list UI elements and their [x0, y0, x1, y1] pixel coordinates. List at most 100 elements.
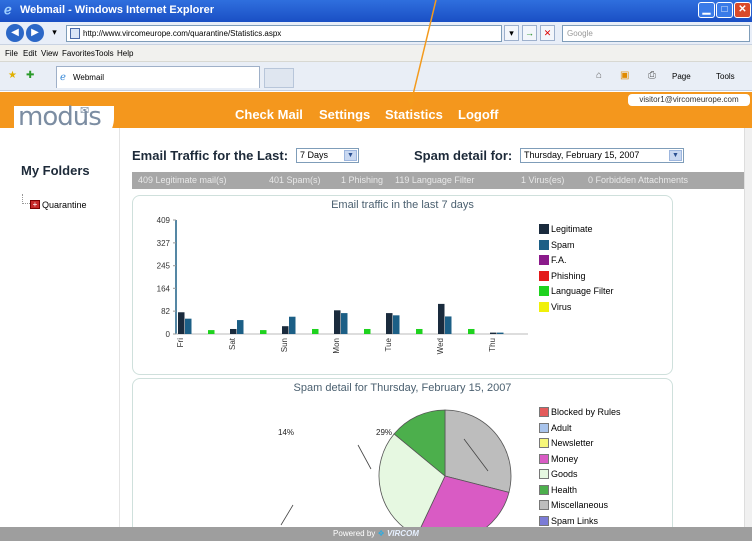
nav-settings[interactable]: Settings [319, 107, 370, 122]
chevron-down-icon: ▼ [669, 150, 682, 161]
tab-webmail[interactable]: ℯ Webmail [56, 66, 260, 88]
ie-logo-icon: ℯ [4, 2, 12, 17]
menu-help[interactable]: Help [117, 49, 133, 58]
url-dropdown-icon[interactable]: ▾ [504, 25, 519, 41]
browser-window: ℯ Webmail - Windows Internet Explorer ▁ … [0, 0, 752, 541]
menu-tools[interactable]: Tools [95, 49, 114, 58]
y-tick-label-0: 0 [166, 330, 171, 339]
legend-label: Spam [551, 239, 575, 250]
traffic-period-select[interactable]: 7 Days ▼ [296, 148, 359, 163]
add-favorite-icon[interactable]: ✚ [26, 70, 34, 81]
maximize-button[interactable]: □ [716, 2, 733, 18]
feeds-icon[interactable]: ▣ [620, 70, 629, 81]
legend-swatch [539, 301, 549, 312]
legend-swatch [539, 515, 549, 526]
bar-legitimate-mon [334, 310, 341, 334]
nav-check-mail[interactable]: Check Mail [235, 107, 303, 122]
bar-legitimate-wed [438, 303, 445, 334]
sidebar: My Folders + Quarantine [0, 128, 120, 528]
pie-label-health: 14% [278, 428, 294, 437]
legend-swatch [539, 224, 549, 234]
legend-swatch [539, 270, 549, 281]
forward-icon[interactable]: ▶ [26, 24, 44, 42]
favorites-star-icon[interactable]: ★ [8, 70, 17, 81]
modus-logo: modus ✉ [14, 102, 114, 146]
ie-tab-icon: ℯ [60, 72, 66, 83]
legend-swatch [539, 407, 549, 417]
tree-connector [22, 194, 30, 204]
legend-label: Money [551, 453, 579, 464]
bar-legitimate-tue [386, 313, 393, 334]
legend-swatch [539, 286, 549, 296]
stat-virus: 1 Virus(es) [521, 175, 565, 185]
bar-spam-thu [497, 332, 504, 334]
menu-view[interactable]: View [41, 49, 58, 58]
page-scrollbar[interactable] [744, 128, 752, 527]
url-field[interactable]: http://www.vircomeurope.com/quarantine/S… [66, 25, 502, 42]
app-header: modus ✉ Check Mail Settings Statistics L… [0, 92, 752, 146]
page-icon [70, 28, 80, 39]
traffic-chart-panel: Email traffic in the last 7 days 0 82 164 2… [132, 195, 673, 375]
tools-menu[interactable]: Tools [716, 72, 735, 81]
bar-spam-fri [185, 318, 192, 334]
legend-label: Health [551, 484, 578, 495]
traffic-chart: 0 82 164 245 327 409 Fri Sat Sun Mon Tue Wed Thu [157, 216, 528, 354]
search-input[interactable]: Google [562, 25, 750, 42]
bar-spam-sun [289, 316, 296, 334]
title-bar: ℯ Webmail - Windows Internet Explorer ▁ … [0, 0, 752, 22]
spam-date-select[interactable]: Thursday, February 15, 2007 ▼ [520, 148, 684, 163]
legend-label: Spam Links [551, 515, 599, 526]
user-email: visitor1@vircomeurope.com [628, 94, 750, 106]
tab-label: Webmail [73, 73, 104, 82]
chevron-down-icon: ▼ [344, 150, 357, 161]
sidebar-title: My Folders [21, 163, 90, 178]
minimize-button[interactable]: ▁ [698, 2, 715, 18]
home-icon[interactable]: ⌂ [596, 70, 602, 81]
bar-spam-mon [341, 313, 348, 334]
back-icon[interactable]: ◀ [6, 24, 24, 42]
y-tick-label-2: 164 [157, 284, 171, 293]
bar-language-filter-wed [468, 328, 475, 334]
bar-spam-wed [445, 316, 452, 334]
legend-label: Goods [551, 469, 578, 479]
legend-label: Newsletter [551, 438, 594, 448]
stats-bar: 409 Legitimate mail(s) 401 Spam(s) 1 Phi… [132, 172, 744, 189]
new-tab-button[interactable] [264, 68, 294, 88]
legend-swatch [539, 500, 549, 510]
legend-label: Phishing [551, 270, 586, 281]
x-tick-label-fri: Fri [176, 338, 185, 348]
spam-detail-panel: Spam detail for Thursday, February 15, 2… [132, 378, 673, 539]
history-dropdown-icon[interactable]: ▾ [47, 25, 62, 41]
bar-language-filter-sun [312, 328, 319, 334]
x-tick-label-wed: Wed [436, 338, 445, 354]
leader-line-goods [280, 504, 294, 526]
traffic-label: Email Traffic for the Last: [132, 148, 289, 163]
go-icon[interactable]: → [522, 25, 537, 41]
bar-legitimate-thu [490, 332, 497, 334]
stat-language-filter: 119 Language Filter [395, 175, 475, 185]
legend-label: F.A. [551, 255, 567, 265]
x-tick-label-sat: Sat [228, 337, 237, 350]
page-menu[interactable]: Page [672, 72, 691, 81]
stop-icon[interactable]: ✕ [540, 25, 555, 41]
bar-language-filter-sat [260, 330, 267, 334]
spam-detail-label: Spam detail for: [414, 148, 513, 163]
menu-file[interactable]: File [5, 49, 18, 58]
window-title: Webmail - Windows Internet Explorer [20, 4, 215, 16]
nav-logoff[interactable]: Logoff [458, 107, 498, 122]
x-tick-label-thu: Thu [488, 338, 497, 352]
stat-phishing: 1 Phishing [341, 175, 384, 185]
bar-spam-sat [237, 320, 244, 334]
menu-favorites[interactable]: Favorites [62, 49, 95, 58]
nav-statistics[interactable]: Statistics [385, 107, 443, 122]
print-icon[interactable]: ⎙ [648, 70, 656, 81]
bar-legitimate-sun [282, 326, 289, 334]
menu-edit[interactable]: Edit [23, 49, 37, 58]
y-tick-label-1: 82 [161, 307, 170, 316]
close-button[interactable]: ✕ [734, 2, 751, 18]
url-text: http://www.vircomeurope.com/quarantine/S… [83, 29, 282, 38]
legend-label: Legitimate [551, 224, 593, 234]
footer: Powered by ❖ VIRCOM [0, 527, 752, 541]
folder-label: Quarantine [42, 200, 87, 210]
legend-label: Virus [551, 301, 572, 312]
